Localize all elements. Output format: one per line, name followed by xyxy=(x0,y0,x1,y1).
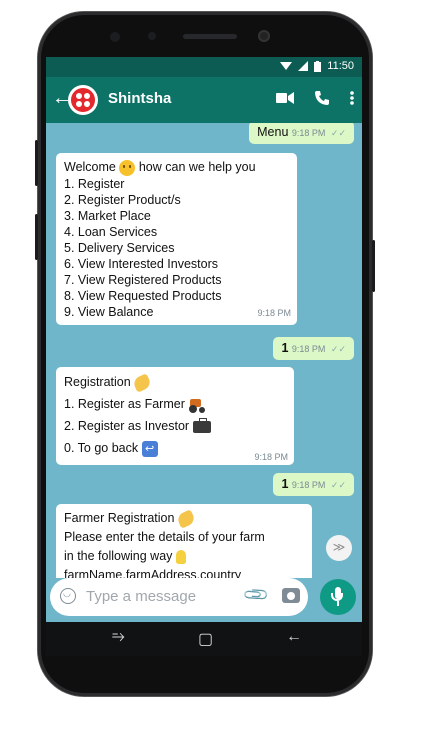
option-text: 1. Register as Farmer xyxy=(64,397,185,411)
paperclip-icon[interactable]: 📎 xyxy=(242,580,271,609)
menu-item: 4. Loan Services xyxy=(64,224,158,239)
message-text: farmName,farmAddress,country xyxy=(64,568,242,578)
battery-icon xyxy=(314,60,322,72)
message-text: Please enter the details of your farm xyxy=(64,530,265,544)
wifi-icon xyxy=(280,62,293,70)
incoming-message[interactable]: Registration 1. Register as Farmer 2. Re… xyxy=(56,367,294,465)
android-nav-bar: ⥱ ▢ ← xyxy=(46,622,362,656)
tractor-icon xyxy=(188,398,206,413)
back-arrow-icon: ↩ xyxy=(141,440,158,457)
message-text: 1 xyxy=(281,341,289,355)
status-bar: 11:50 xyxy=(46,57,362,77)
greeting-question: how can we help you xyxy=(138,160,256,174)
writing-hand-icon xyxy=(175,508,197,529)
menu-item: 6. View Interested Investors xyxy=(64,256,219,271)
chat-header: ← Shintsha xyxy=(46,77,362,123)
option-text: 2. Register as Investor xyxy=(64,419,190,433)
message-title: Registration xyxy=(64,375,131,389)
option-text: 0. To go back xyxy=(64,441,139,455)
message-time: 9:18 PM xyxy=(291,480,326,490)
menu-item: 7. View Registered Products xyxy=(64,272,222,287)
incoming-message[interactable]: Welcome how can we help you 1. Register … xyxy=(56,153,297,325)
greeting-text: Welcome xyxy=(64,160,116,174)
message-time: 9:18 PM xyxy=(291,344,326,354)
nav-back-icon[interactable]: ← xyxy=(286,628,302,646)
message-time: 9:18 PM xyxy=(254,452,288,462)
double-check-icon: ✓✓ xyxy=(330,128,346,138)
microphone-icon[interactable] xyxy=(320,579,356,615)
home-icon[interactable]: ▢ xyxy=(198,629,213,649)
outgoing-message[interactable]: 1 9:18 PM ✓✓ xyxy=(273,473,354,496)
message-title: Farmer Registration xyxy=(64,511,175,525)
message-list[interactable]: Menu 9:18 PM ✓✓ Welcome how can we help … xyxy=(46,123,362,578)
menu-item: 5. Delivery Services xyxy=(64,240,175,255)
outgoing-message[interactable]: Menu 9:18 PM ✓✓ xyxy=(249,123,354,144)
front-camera xyxy=(258,30,270,42)
earpiece-speaker xyxy=(183,34,237,39)
outgoing-message[interactable]: 1 9:18 PM ✓✓ xyxy=(273,337,354,360)
status-time: 11:50 xyxy=(327,60,354,72)
message-composer[interactable]: Type a message 📎 xyxy=(50,578,308,616)
recent-apps-icon[interactable]: ⥱ xyxy=(112,628,125,646)
writing-hand-icon xyxy=(131,372,153,393)
double-check-icon: ✓✓ xyxy=(330,480,346,490)
message-time: 9:18 PM xyxy=(291,128,326,138)
light-bulb-icon xyxy=(175,549,186,564)
double-check-icon: ✓✓ xyxy=(330,344,346,354)
contact-name[interactable]: Shintsha xyxy=(108,90,171,107)
message-text: in the following way xyxy=(64,549,173,563)
menu-item: 2. Register Product/s xyxy=(64,192,181,207)
briefcase-icon xyxy=(192,417,211,433)
menu-item: 1. Register xyxy=(64,176,125,191)
message-text: 1 xyxy=(281,477,289,491)
smiley-icon xyxy=(119,159,136,176)
message-text: Menu xyxy=(257,125,289,139)
menu-item: 9. View Balance xyxy=(64,304,154,319)
bixby-button xyxy=(35,214,38,260)
emoji-icon[interactable] xyxy=(60,588,76,604)
menu-item: 3. Market Place xyxy=(64,208,151,223)
phone-icon[interactable] xyxy=(314,90,330,106)
more-vert-icon[interactable] xyxy=(350,90,354,106)
message-time: 9:18 PM xyxy=(257,308,291,318)
video-camera-icon[interactable] xyxy=(276,92,294,104)
volume-button xyxy=(35,140,38,186)
light-sensor xyxy=(148,32,156,40)
phone-screen: 11:50 ← Shintsha Menu 9:18 PM ✓✓ Welcome xyxy=(46,57,362,622)
proximity-sensor xyxy=(110,32,120,42)
power-button xyxy=(372,240,375,292)
camera-icon[interactable] xyxy=(282,588,300,603)
message-input[interactable]: Type a message xyxy=(86,588,196,605)
signal-icon xyxy=(298,61,309,71)
double-chevron-down-icon[interactable]: ≫ xyxy=(326,535,352,561)
avatar[interactable] xyxy=(68,85,98,115)
menu-item: 8. View Requested Products xyxy=(64,288,222,303)
incoming-message[interactable]: Farmer Registration Please enter the det… xyxy=(56,504,312,578)
